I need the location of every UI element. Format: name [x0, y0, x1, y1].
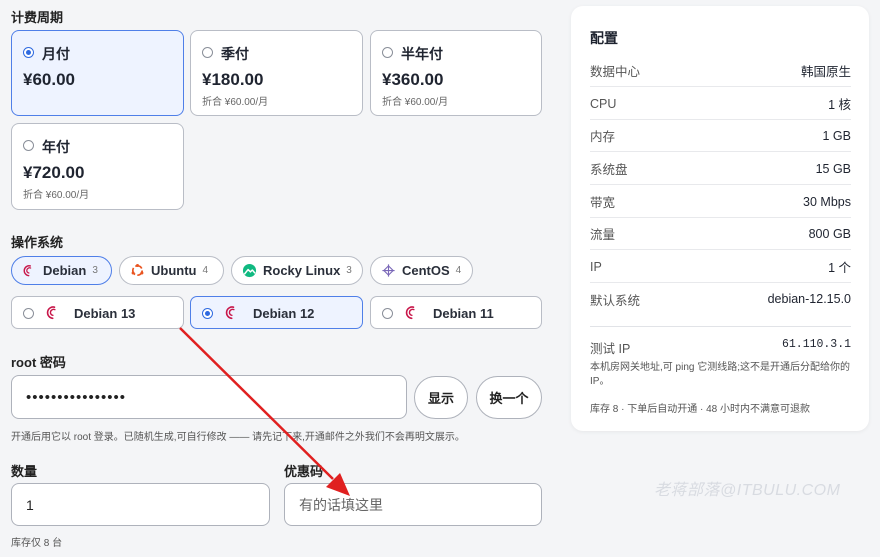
password-hint: 开通后用它以 root 登录。已随机生成,可自行修改 —— 请先记下来,开通邮件… [11, 432, 465, 443]
config-value: 1 GB [822, 128, 852, 143]
billing-option-price: ¥720.00 [23, 163, 85, 182]
radio-monthly[interactable] [23, 47, 34, 58]
debian-icon [45, 305, 61, 321]
os-family-label: Ubuntu [151, 263, 197, 278]
os-family-count: 3 [346, 265, 352, 276]
rocky-linux-icon [241, 263, 257, 279]
os-version-debian-13[interactable]: Debian 13 [11, 296, 184, 329]
billing-option-monthly[interactable]: 月付 ¥60.00 [11, 30, 184, 116]
os-family-count: 3 [92, 265, 98, 276]
coupon-input[interactable] [284, 483, 542, 526]
billing-option-name: 半年付 [401, 46, 443, 62]
watermark: 老蒋部落@ITBULU.COM [654, 482, 841, 499]
config-key: 默认系统 [590, 293, 641, 308]
radio-half-year[interactable] [382, 47, 393, 58]
debian-icon [224, 305, 240, 321]
quantity-input[interactable] [11, 483, 270, 526]
os-version-debian-11[interactable]: Debian 11 [370, 296, 542, 329]
radio-quarterly[interactable] [202, 47, 213, 58]
debian-icon [404, 305, 420, 321]
config-value: 1 核 [828, 98, 851, 112]
os-version-label: Debian 11 [433, 306, 494, 321]
config-key: IP [590, 259, 602, 274]
billing-option-sub: 折合 ¥60.00/月 [23, 190, 90, 201]
config-value: debian-12.15.0 [767, 292, 851, 306]
os-family-label: Debian [43, 263, 87, 278]
config-row-datacenter: 数据中心 韩国原生 [590, 55, 851, 87]
billing-option-price: ¥180.00 [202, 70, 264, 89]
config-row-cpu: CPU 1 核 [590, 88, 851, 120]
billing-option-sub: 折合 ¥60.00/月 [202, 97, 269, 108]
billing-option-price: ¥60.00 [23, 70, 75, 89]
test-ip-note: 本机房网关地址,可 ping 它测线路;这不是开通后分配给你的 IP。 [590, 362, 851, 387]
os-family-ubuntu[interactable]: Ubuntu 4 [119, 256, 224, 285]
test-ip-value[interactable]: 61.110.3.1 [782, 338, 851, 357]
quantity-label: 数量 [11, 464, 38, 479]
os-version-label: Debian 12 [253, 306, 315, 321]
billing-option-name: 年付 [42, 139, 70, 155]
test-ip-row: 测试 IP 61.110.3.1 [590, 338, 851, 357]
config-value: 30 Mbps [803, 194, 851, 209]
os-section-title: 操作系统 [11, 235, 64, 250]
radio-debian-13[interactable] [23, 308, 34, 319]
radio-yearly[interactable] [23, 140, 34, 151]
config-value: 800 GB [808, 226, 851, 241]
os-family-count: 4 [455, 265, 462, 276]
billing-option-price: ¥360.00 [382, 70, 444, 89]
config-row-traffic: 流量 800 GB [590, 218, 851, 250]
config-divider [590, 326, 851, 327]
os-family-label: CentOS [402, 263, 450, 278]
coupon-label: 优惠码 [284, 464, 324, 479]
config-row-default-os: 默认系统 debian-12.15.0 [590, 283, 851, 315]
config-row-disk: 系统盘 15 GB [590, 153, 851, 185]
os-family-rocky-linux[interactable]: Rocky Linux 3 [231, 256, 363, 285]
os-version-label: Debian 13 [74, 306, 136, 321]
centos-icon [380, 263, 396, 279]
billing-option-quarterly[interactable]: 季付 ¥180.00 折合 ¥60.00/月 [190, 30, 363, 116]
test-ip-label: 测试 IP [590, 342, 631, 356]
show-password-button[interactable]: 显示 [414, 376, 468, 419]
config-key: 内存 [590, 130, 616, 144]
config-value: 韩国原生 [800, 65, 851, 79]
config-row-bandwidth: 带宽 30 Mbps [590, 186, 851, 218]
billing-option-yearly[interactable]: 年付 ¥720.00 折合 ¥60.00/月 [11, 123, 184, 210]
config-key: CPU [590, 96, 617, 111]
ubuntu-icon [129, 263, 145, 279]
os-family-label: Rocky Linux [263, 263, 341, 278]
os-version-debian-12[interactable]: Debian 12 [190, 296, 363, 329]
billing-section-title: 计费周期 [11, 10, 64, 25]
config-row-ip: IP 1 个 [590, 251, 851, 283]
config-value: 15 GB [815, 161, 851, 176]
radio-debian-11[interactable] [382, 308, 393, 319]
radio-debian-12[interactable] [202, 308, 213, 319]
stock-info: 库存 8 · 下单后自动开通 · 48 小时内不满意可退款 [590, 404, 811, 415]
billing-option-sub: 折合 ¥60.00/月 [382, 97, 449, 108]
os-family-centos[interactable]: CentOS 4 [370, 256, 473, 285]
quantity-hint: 库存仅 8 台 [11, 538, 63, 549]
config-key: 带宽 [590, 196, 616, 210]
password-input[interactable] [11, 375, 407, 419]
config-key: 数据中心 [590, 65, 641, 79]
config-key: 系统盘 [590, 163, 628, 177]
billing-option-name: 月付 [42, 46, 70, 62]
password-label: root 密码 [11, 355, 66, 370]
config-row-memory: 内存 1 GB [590, 120, 851, 152]
billing-option-half-year[interactable]: 半年付 ¥360.00 折合 ¥60.00/月 [370, 30, 542, 116]
billing-option-name: 季付 [221, 46, 249, 62]
config-key: 流量 [590, 228, 616, 242]
os-family-count: 4 [202, 265, 209, 276]
regenerate-password-button[interactable]: 换一个 [476, 376, 542, 419]
debian-icon [21, 263, 37, 279]
os-family-debian[interactable]: Debian 3 [11, 256, 112, 285]
config-panel: 配置 数据中心 韩国原生 CPU 1 核 内存 1 GB 系统盘 15 GB 带… [571, 6, 869, 431]
config-value: 1 个 [828, 261, 851, 275]
config-title: 配置 [590, 30, 618, 46]
